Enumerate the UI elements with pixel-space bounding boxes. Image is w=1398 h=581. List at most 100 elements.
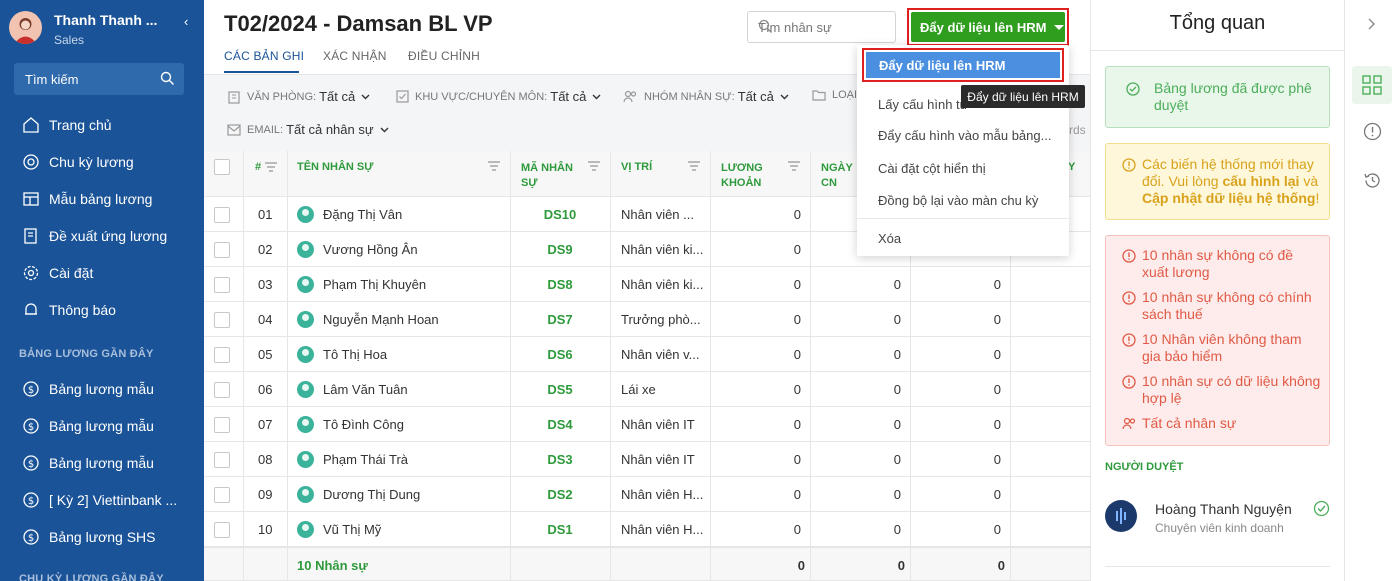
collapse-sidebar-icon[interactable]: ‹ xyxy=(184,14,188,29)
recent-payroll-item[interactable]: $ Bảng lương mẫu xyxy=(0,448,204,478)
select-all-checkbox[interactable] xyxy=(214,159,230,175)
table-row[interactable]: 03 Phạm Thị Khuyên DS8 Nhân viên ki... 0 0 0 xyxy=(204,267,1090,302)
error-no-insurance[interactable]: 10 Nhân viên không tham gia bảo hiểm xyxy=(1142,331,1322,365)
menu-item-column-settings[interactable]: Cài đặt cột hiển thị xyxy=(878,161,986,176)
row-index: 05 xyxy=(258,347,273,362)
filter-lines-icon[interactable] xyxy=(687,161,701,171)
sidebar-item-label: Bảng lương mẫu xyxy=(49,418,154,434)
filter-staff-group[interactable]: NHÓM NHÂN SỰ: Tất cả xyxy=(623,89,789,104)
column-divider xyxy=(810,151,811,581)
dollar-icon: $ xyxy=(22,528,40,546)
row-checkbox[interactable] xyxy=(214,267,230,302)
tab-confirm[interactable]: XÁC NHẬN xyxy=(323,49,387,63)
recent-payroll-item[interactable]: $ Bảng lương mẫu xyxy=(0,411,204,441)
staff-value-1: 0 xyxy=(893,277,901,292)
row-checkbox[interactable] xyxy=(214,477,230,512)
staff-name-cell[interactable]: Vũ Thị Mỹ xyxy=(297,512,381,547)
history-icon[interactable] xyxy=(1363,171,1382,190)
menu-item-push-hrm[interactable]: Đẩy dữ liệu lên HRM xyxy=(866,52,1060,78)
filter-label: NHÓM NHÂN SỰ: xyxy=(644,90,735,103)
active-tab-indicator xyxy=(224,71,299,73)
staff-name: Nguyễn Mạnh Hoan xyxy=(323,312,439,327)
filter-lines-icon[interactable] xyxy=(487,161,501,171)
recent-payroll-item[interactable]: $ Bảng lương mẫu xyxy=(0,374,204,404)
filter-label: KHU VỰC/CHUYÊN MÔN: xyxy=(415,90,548,103)
sidebar-item-advance-request[interactable]: Đề xuất ứng lương xyxy=(0,221,204,251)
row-checkbox[interactable] xyxy=(214,442,230,477)
row-checkbox[interactable] xyxy=(214,512,230,547)
row-checkbox[interactable] xyxy=(214,337,230,372)
chevron-right-icon[interactable] xyxy=(1367,18,1376,30)
error-no-tax[interactable]: 10 nhân sự không có chính sách thuế xyxy=(1142,289,1322,323)
staff-name-cell[interactable]: Nguyễn Mạnh Hoan xyxy=(297,302,439,337)
staff-name-cell[interactable]: Phạm Thị Khuyên xyxy=(297,267,426,302)
filter-region[interactable]: KHU VỰC/CHUYÊN MÔN: Tất cả xyxy=(396,89,601,104)
records-label: rds xyxy=(1069,123,1086,137)
users-icon xyxy=(1122,417,1136,431)
table-row[interactable]: 04 Nguyễn Mạnh Hoan DS7 Trưởng phò... 0 0 0 xyxy=(204,302,1090,337)
error-no-proposal[interactable]: 10 nhân sự không có đề xuất lương xyxy=(1142,247,1322,281)
all-staff-link[interactable]: Tất cả nhân sự xyxy=(1142,415,1322,432)
filter-lines-icon[interactable] xyxy=(587,161,601,171)
error-invalid-data[interactable]: 10 nhân sự có dữ liệu không hợp lệ xyxy=(1142,373,1322,407)
staff-name-cell[interactable]: Dương Thị Dung xyxy=(297,477,420,512)
staff-code: DS8 xyxy=(547,277,573,292)
sidebar-item-settings[interactable]: Cài đặt xyxy=(0,258,204,288)
table-row[interactable]: 08 Phạm Thái Trà DS3 Nhân viên IT 0 0 0 xyxy=(204,442,1090,477)
update-system-data-link[interactable]: Cập nhật dữ liệu hệ thống xyxy=(1142,190,1315,206)
staff-name-cell[interactable]: Tô Đình Công xyxy=(297,407,404,442)
table-row[interactable]: 10 Vũ Thị Mỹ DS1 Nhân viên H... 0 0 0 xyxy=(204,512,1090,547)
staff-name: Vũ Thị Mỹ xyxy=(323,522,382,537)
menu-item-get-config[interactable]: Lấy cấu hình từ xyxy=(878,97,968,112)
filter-lines-icon[interactable] xyxy=(264,162,278,172)
filter-office[interactable]: VĂN PHÒNG: Tất cả xyxy=(227,89,370,104)
chevron-down-icon xyxy=(592,94,601,100)
staff-name-cell[interactable]: Đặng Thị Vân xyxy=(297,197,402,232)
sidebar-item-salary-cycle[interactable]: Chu kỳ lương xyxy=(0,147,204,177)
staff-salary: 0 xyxy=(793,207,801,222)
table-row[interactable]: 09 Dương Thị Dung DS2 Nhân viên H... 0 0 0 xyxy=(204,477,1090,512)
row-checkbox[interactable] xyxy=(214,302,230,337)
table-row[interactable]: 06 Lâm Văn Tuân DS5 Lái xe 0 0 0 xyxy=(204,372,1090,407)
sidebar-item-salary-template[interactable]: Mẫu bảng lương xyxy=(0,184,204,214)
sidebar-item-label: Bảng lương mẫu xyxy=(49,381,154,397)
col-partial: Y xyxy=(1068,161,1076,173)
staff-name: Phạm Thái Trà xyxy=(323,452,409,467)
table-row[interactable]: 05 Tô Thị Hoa DS6 Nhân viên v... 0 0 0 xyxy=(204,337,1090,372)
filter-type[interactable]: LOẠI xyxy=(812,89,857,101)
staff-value-1: 0 xyxy=(893,417,901,432)
sidebar-item-home[interactable]: Trang chủ xyxy=(0,110,204,140)
menu-item-delete[interactable]: Xóa xyxy=(878,231,901,246)
users-icon xyxy=(623,90,638,103)
menu-item-resync[interactable]: Đồng bộ lại vào màn chu kỳ xyxy=(878,193,1038,208)
table-row[interactable]: 07 Tô Đình Công DS4 Nhân viên IT 0 0 0 xyxy=(204,407,1090,442)
recent-payroll-title: BẢNG LƯƠNG GẦN ĐÂY xyxy=(19,348,154,360)
row-checkbox[interactable] xyxy=(214,232,230,267)
push-hrm-button[interactable]: Đẩy dữ liệu lên HRM xyxy=(911,12,1065,42)
mail-icon xyxy=(227,123,241,136)
recent-payroll-item[interactable]: $ Bảng lương SHS xyxy=(0,522,204,552)
filter-email[interactable]: EMAIL: Tất cả nhân sự xyxy=(227,122,389,137)
row-checkbox[interactable] xyxy=(214,407,230,442)
staff-name-cell[interactable]: Tô Thị Hoa xyxy=(297,337,387,372)
staff-name-cell[interactable]: Vương Hồng Ân xyxy=(297,232,418,267)
sidebar-search[interactable]: Tìm kiếm xyxy=(14,63,184,95)
row-checkbox[interactable] xyxy=(214,372,230,407)
footer-salary: 0 xyxy=(797,558,805,573)
reconfigure-link[interactable]: cấu hình lại xyxy=(1222,173,1299,189)
tab-adjust[interactable]: ĐIỀU CHỈNH xyxy=(408,49,480,63)
sidebar-item-notifications[interactable]: Thông báo xyxy=(0,295,204,325)
filter-lines-icon[interactable] xyxy=(787,161,801,171)
tab-records[interactable]: CÁC BẢN GHI xyxy=(224,49,304,63)
menu-item-push-config[interactable]: Đẩy cấu hình vào mẫu bảng... xyxy=(878,128,1051,143)
staff-salary: 0 xyxy=(793,347,801,362)
page-title: T02/2024 - Damsan BL VP xyxy=(224,11,493,36)
recent-payroll-item[interactable]: $ [ Kỳ 2] Viettinbank ... xyxy=(0,485,204,515)
row-checkbox[interactable] xyxy=(214,197,230,232)
staff-name-cell[interactable]: Lâm Văn Tuân xyxy=(297,372,408,407)
info-icon[interactable] xyxy=(1363,122,1382,141)
staff-search-input[interactable]: Tìm nhân sự xyxy=(747,11,896,43)
staff-name-cell[interactable]: Phạm Thái Trà xyxy=(297,442,408,477)
user-avatar[interactable] xyxy=(9,11,42,44)
staff-name: Đặng Thị Vân xyxy=(323,207,403,222)
